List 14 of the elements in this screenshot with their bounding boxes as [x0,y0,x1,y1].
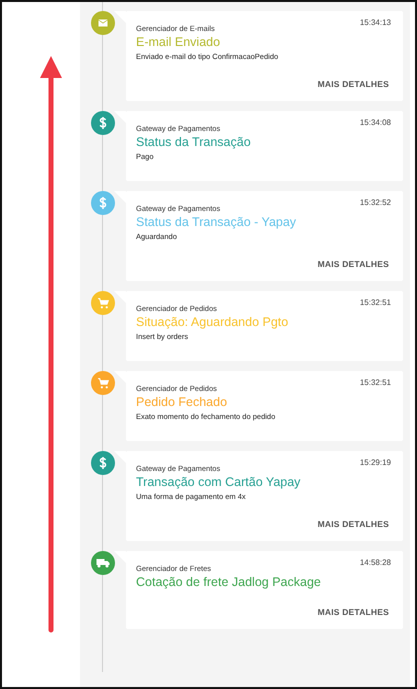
event-title: Pedido Fechado [136,394,228,411]
event-time: 14:58:28 [360,557,391,569]
event-time: 15:32:51 [360,297,391,309]
event-time: 15:32:51 [360,377,391,389]
event-time: 15:29:19 [360,457,391,469]
event-title: E-mail Enviado [136,34,220,51]
event-time: 15:34:08 [360,117,391,129]
event-title: Status da Transação [136,134,251,151]
event-title: Cotação de frete Jadlog Package [136,574,321,591]
event-title: Status da Transação - Yapay [136,214,296,231]
event-title: Transação com Cartão Yapay [136,474,300,491]
event-title: Situação: Aguardando Pgto [136,314,288,331]
event-time: 15:32:52 [360,197,391,209]
event-time: 15:34:13 [360,17,391,29]
